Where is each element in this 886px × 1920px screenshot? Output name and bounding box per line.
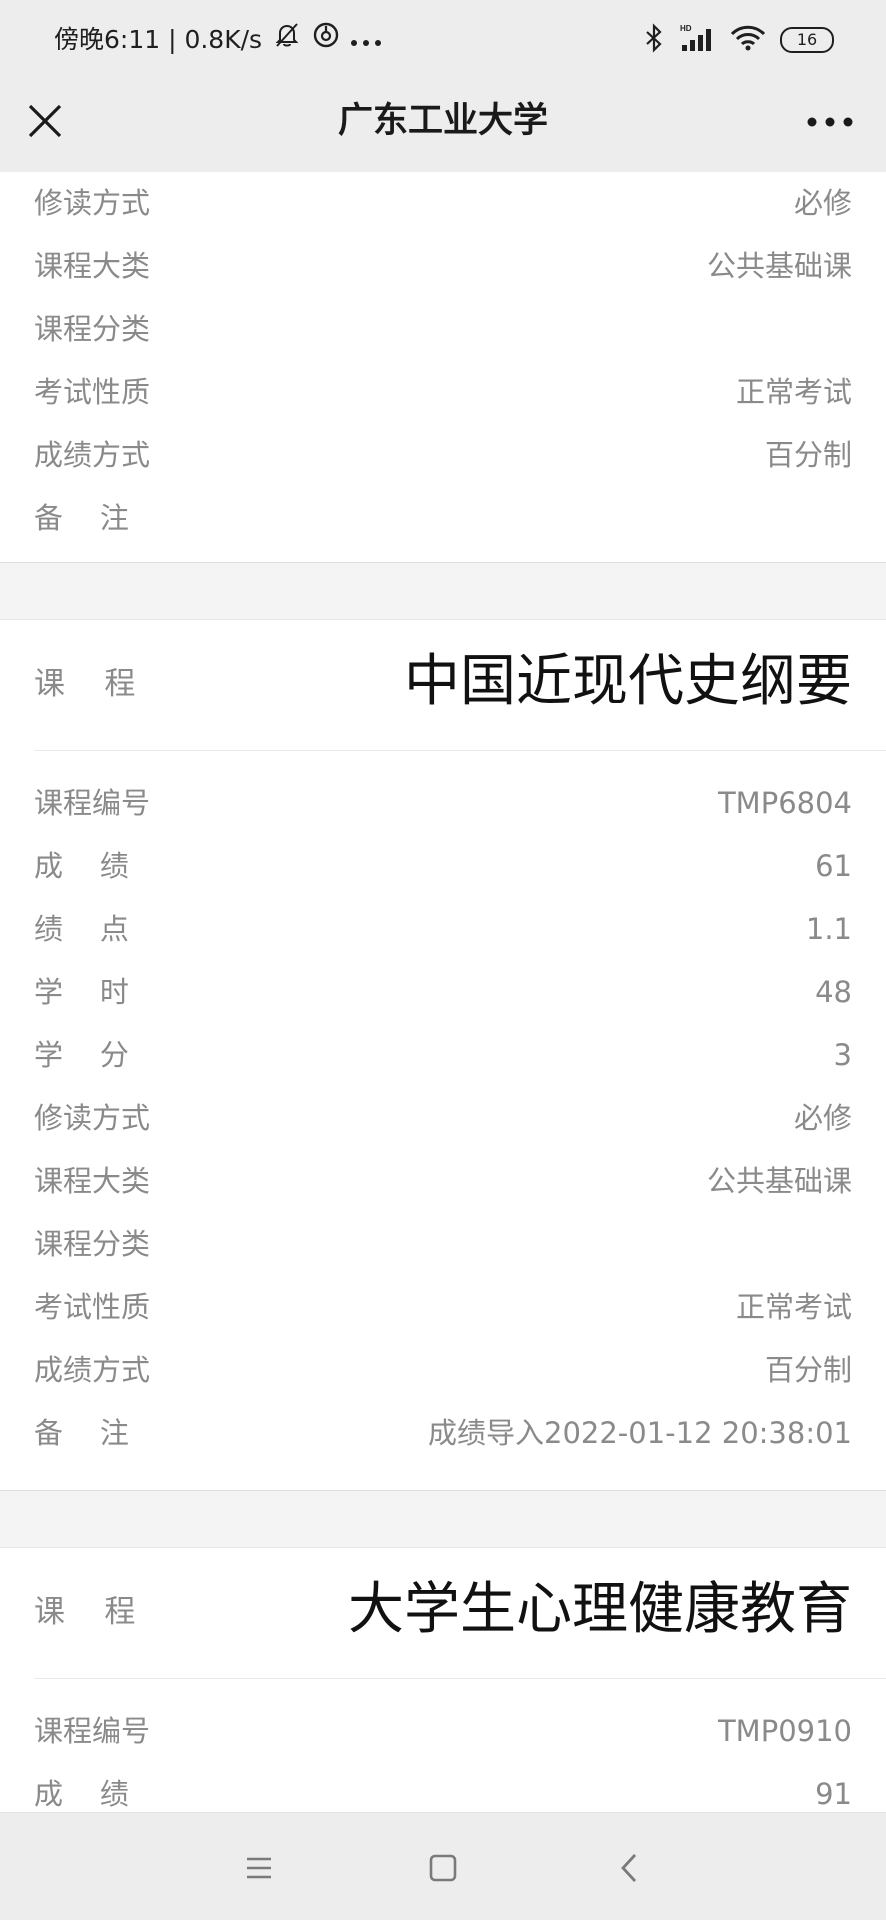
detail-row: 绩 点 1.1: [0, 898, 886, 961]
app-notification-icon: [312, 21, 340, 59]
row-value: 1.1: [805, 912, 852, 946]
course-header: 课 程 中国近现代史纲要: [0, 620, 886, 750]
row-label: 修读方式: [34, 186, 151, 220]
divider: [34, 750, 886, 751]
detail-row: 学 分 3: [0, 1024, 886, 1087]
row-label: 课程大类: [34, 1164, 151, 1198]
course-label: 课 程: [34, 666, 136, 702]
row-label: 备 注: [34, 1416, 129, 1450]
detail-row: 课程分类: [0, 1213, 886, 1276]
row-label: 备 注: [34, 501, 129, 535]
status-time-speed: 傍晚6:11 | 0.8K/s: [54, 25, 263, 54]
row-label: 修读方式: [34, 1101, 151, 1135]
row-value: 3: [833, 1038, 852, 1072]
row-value: 成绩导入2022-01-12 20:38:01: [428, 1416, 852, 1450]
row-label: 绩 点: [34, 912, 129, 946]
svg-text:HD: HD: [680, 24, 692, 33]
home-square-icon: [429, 1854, 457, 1882]
divider: [34, 1678, 886, 1679]
bluetooth-icon: [642, 23, 666, 57]
row-label: 课程分类: [34, 312, 151, 346]
signal-icon: HD: [680, 23, 716, 57]
detail-row: 课程编号 TMP6804: [0, 772, 886, 835]
detail-row: 修读方式 必修: [0, 1087, 886, 1150]
nav-bar: 广东工业大学: [0, 80, 886, 172]
detail-row: 成 绩 61: [0, 835, 886, 898]
row-value: 91: [815, 1777, 852, 1811]
more-dots-icon: [807, 117, 853, 127]
row-label: 课程编号: [34, 1714, 151, 1748]
row-value: TMP0910: [717, 1714, 852, 1748]
top-bar: 傍晚6:11 | 0.8K/s HD 16 广东工业大学: [0, 0, 886, 172]
detail-row: 课程大类 公共基础课: [0, 1150, 886, 1213]
row-label: 成 绩: [34, 849, 129, 883]
status-right: HD 16: [642, 22, 834, 58]
detail-row: 考试性质 正常考试: [0, 361, 886, 424]
row-value: 百分制: [764, 438, 852, 472]
detail-row: 成绩方式 百分制: [0, 424, 886, 487]
detail-row: 备 注: [0, 487, 886, 550]
detail-row: 成绩方式 百分制: [0, 1339, 886, 1402]
detail-row: 修读方式 必修: [0, 172, 886, 235]
row-label: 考试性质: [34, 1290, 151, 1324]
card-separator: [0, 562, 886, 620]
course-label: 课 程: [34, 1594, 136, 1630]
row-label: 成绩方式: [34, 438, 151, 472]
row-value: 公共基础课: [706, 249, 852, 283]
course-name: 大学生心理健康教育: [348, 1577, 852, 1642]
course-name: 中国近现代史纲要: [404, 649, 852, 714]
detail-row: 课程大类 公共基础课: [0, 235, 886, 298]
row-label: 学 分: [34, 1038, 129, 1072]
menu-icon: [247, 1857, 271, 1879]
wifi-icon: [730, 23, 766, 57]
row-value: 必修: [793, 186, 852, 220]
row-value: 61: [815, 849, 852, 883]
row-label: 考试性质: [34, 375, 151, 409]
row-label: 课程分类: [34, 1227, 151, 1261]
row-value: 必修: [793, 1101, 852, 1135]
menu-button[interactable]: [234, 1843, 284, 1893]
row-label: 课程大类: [34, 249, 151, 283]
battery-level: 16: [796, 30, 818, 49]
more-notifications-icon: [350, 22, 382, 58]
detail-row: 课程分类: [0, 298, 886, 361]
row-label: 课程编号: [34, 786, 151, 820]
page-title: 广东工业大学: [337, 101, 548, 141]
row-label: 学 时: [34, 975, 129, 1009]
row-value: 公共基础课: [706, 1164, 852, 1198]
detail-row: 课程编号 TMP0910: [0, 1700, 886, 1763]
row-value: 百分制: [764, 1353, 852, 1387]
back-chevron-icon: [621, 1854, 637, 1882]
home-button[interactable]: [418, 1843, 468, 1893]
bell-muted-icon: [272, 20, 302, 60]
detail-row: 学 时 48: [0, 961, 886, 1024]
detail-row: 备 注 成绩导入2022-01-12 20:38:01: [0, 1402, 886, 1465]
status-left: 傍晚6:11 | 0.8K/s: [54, 22, 382, 58]
card-separator: [0, 1490, 886, 1548]
row-value: 正常考试: [735, 375, 852, 409]
grade-list[interactable]: 修读方式 必修 课程大类 公共基础课 课程分类 考试性质 正常考试 成绩方式 百…: [0, 172, 886, 1812]
course-header: 课 程 大学生心理健康教育: [0, 1548, 886, 1678]
row-label: 成绩方式: [34, 1353, 151, 1387]
row-label: 成 绩: [34, 1777, 129, 1811]
row-value: TMP6804: [717, 786, 852, 820]
status-bar: 傍晚6:11 | 0.8K/s HD 16: [0, 0, 886, 80]
system-nav-bar: [0, 1812, 886, 1920]
back-button[interactable]: [605, 1843, 655, 1893]
row-value: 48: [815, 975, 852, 1009]
battery-icon: 16: [780, 27, 834, 53]
detail-row: 考试性质 正常考试: [0, 1276, 886, 1339]
row-value: 正常考试: [735, 1290, 852, 1324]
more-button[interactable]: [804, 104, 856, 140]
detail-row: 成 绩 91: [0, 1763, 886, 1812]
